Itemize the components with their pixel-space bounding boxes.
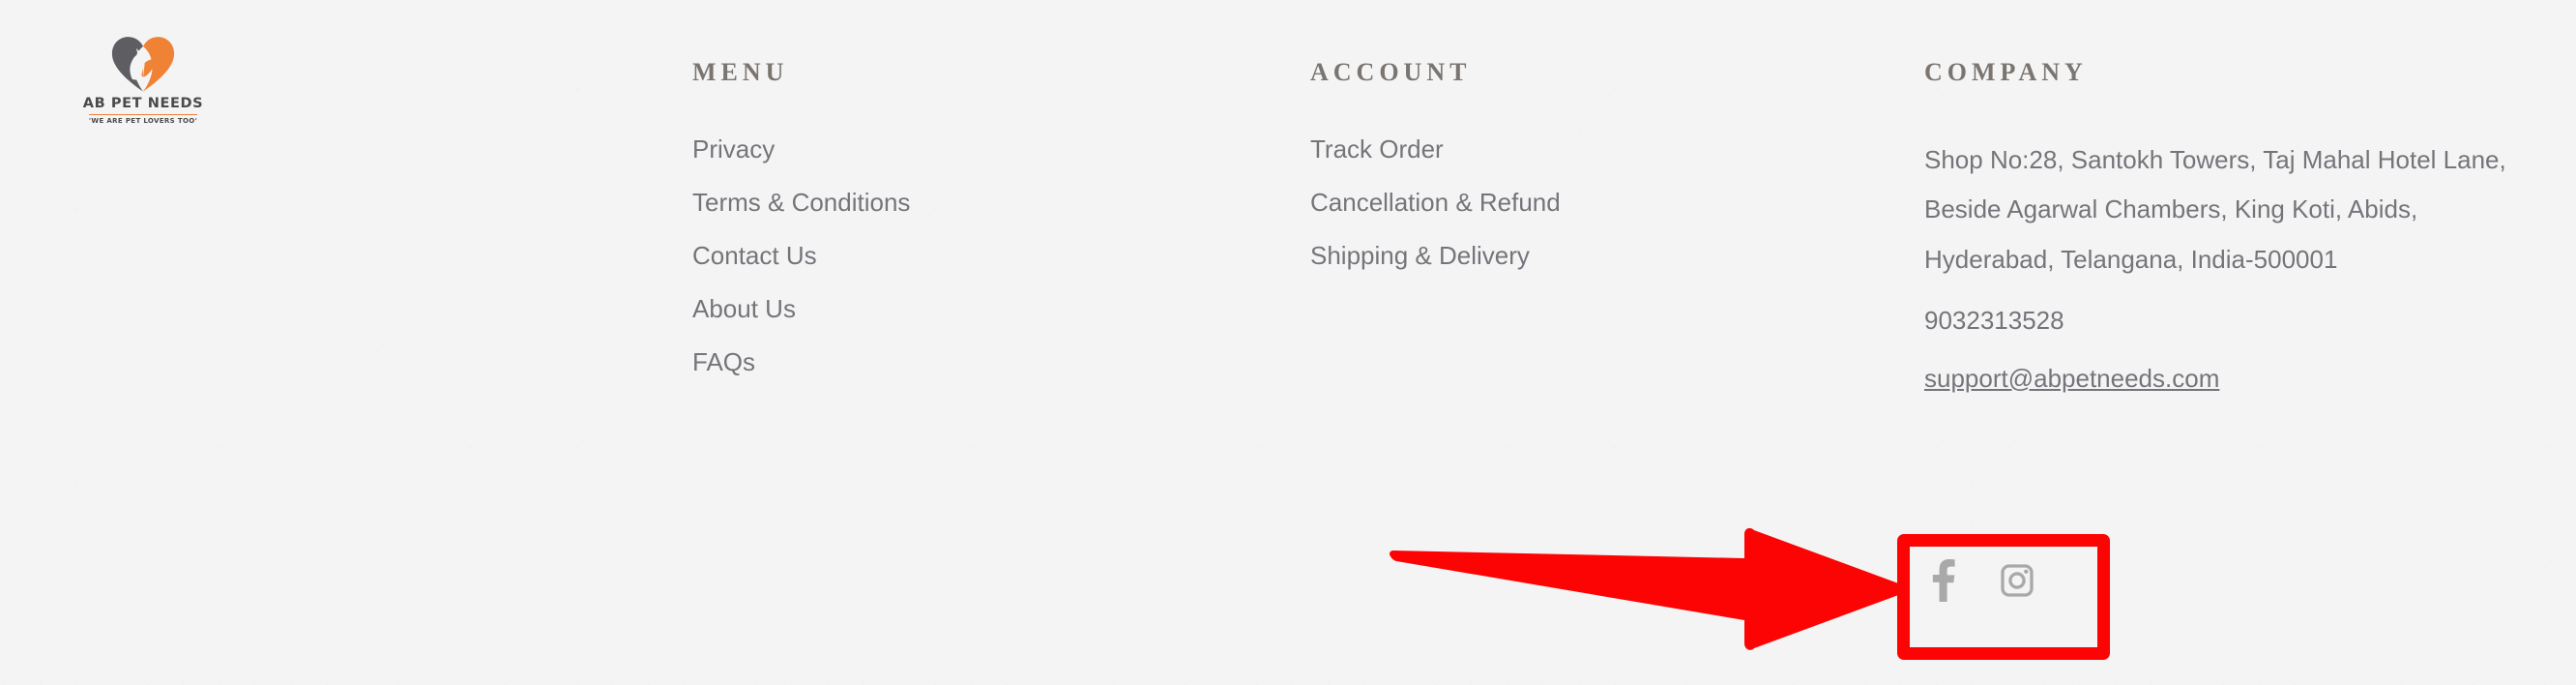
- menu-column-title: MENU: [692, 58, 789, 86]
- facebook-link[interactable]: [1924, 559, 1963, 602]
- company-email-link[interactable]: support@abpetneeds.com: [1924, 364, 2219, 394]
- instagram-icon: [2001, 564, 2034, 597]
- logo-wordmark: AB PET NEEDS: [82, 96, 204, 111]
- menu-link-contact-us[interactable]: Contact Us: [692, 242, 817, 270]
- menu-link-about-us[interactable]: About Us: [692, 295, 796, 323]
- facebook-icon: [1932, 559, 1955, 602]
- list-item: Cancellation & Refund: [1310, 189, 1813, 217]
- footer-column-menu: MENU Privacy Terms & Conditions Contact …: [692, 60, 1195, 376]
- menu-link-terms-conditions[interactable]: Terms & Conditions: [692, 189, 910, 217]
- list-item: About Us: [692, 295, 1195, 323]
- list-item: Privacy: [692, 135, 1195, 164]
- logo-divider: [89, 113, 197, 115]
- instagram-link[interactable]: [1998, 559, 2036, 602]
- company-phone[interactable]: 9032313528: [1924, 306, 2524, 336]
- company-address: Shop No:28, Santokh Towers, Taj Mahal Ho…: [1924, 145, 2506, 274]
- list-item: Shipping & Delivery: [1310, 242, 1813, 270]
- footer-column-company: COMPANY Shop No:28, Santokh Towers, Taj …: [1924, 60, 2524, 394]
- account-link-cancellation-refund[interactable]: Cancellation & Refund: [1310, 189, 1561, 217]
- footer-column-account: ACCOUNT Track Order Cancellation & Refun…: [1310, 60, 1813, 270]
- company-column-title: COMPANY: [1924, 58, 2088, 86]
- menu-link-faqs[interactable]: FAQs: [692, 348, 755, 376]
- account-link-track-order[interactable]: Track Order: [1310, 135, 1444, 164]
- list-item: Track Order: [1310, 135, 1813, 164]
- menu-link-privacy[interactable]: Privacy: [692, 135, 775, 164]
- menu-link-list: Privacy Terms & Conditions Contact Us Ab…: [692, 135, 1195, 376]
- list-item: FAQs: [692, 348, 1195, 376]
- logo-tagline: 'WE ARE PET LOVERS TOO': [88, 117, 198, 125]
- site-footer: AB PET NEEDS 'WE ARE PET LOVERS TOO' MEN…: [0, 0, 2576, 685]
- account-column-title: ACCOUNT: [1310, 58, 1472, 86]
- brand-logo[interactable]: AB PET NEEDS 'WE ARE PET LOVERS TOO': [56, 35, 230, 125]
- pet-heart-logo-icon: [111, 37, 175, 92]
- list-item: Terms & Conditions: [692, 189, 1195, 217]
- list-item: Contact Us: [692, 242, 1195, 270]
- account-link-list: Track Order Cancellation & Refund Shippi…: [1310, 135, 1813, 270]
- social-links: [1924, 559, 2036, 602]
- account-link-shipping-delivery[interactable]: Shipping & Delivery: [1310, 242, 1530, 270]
